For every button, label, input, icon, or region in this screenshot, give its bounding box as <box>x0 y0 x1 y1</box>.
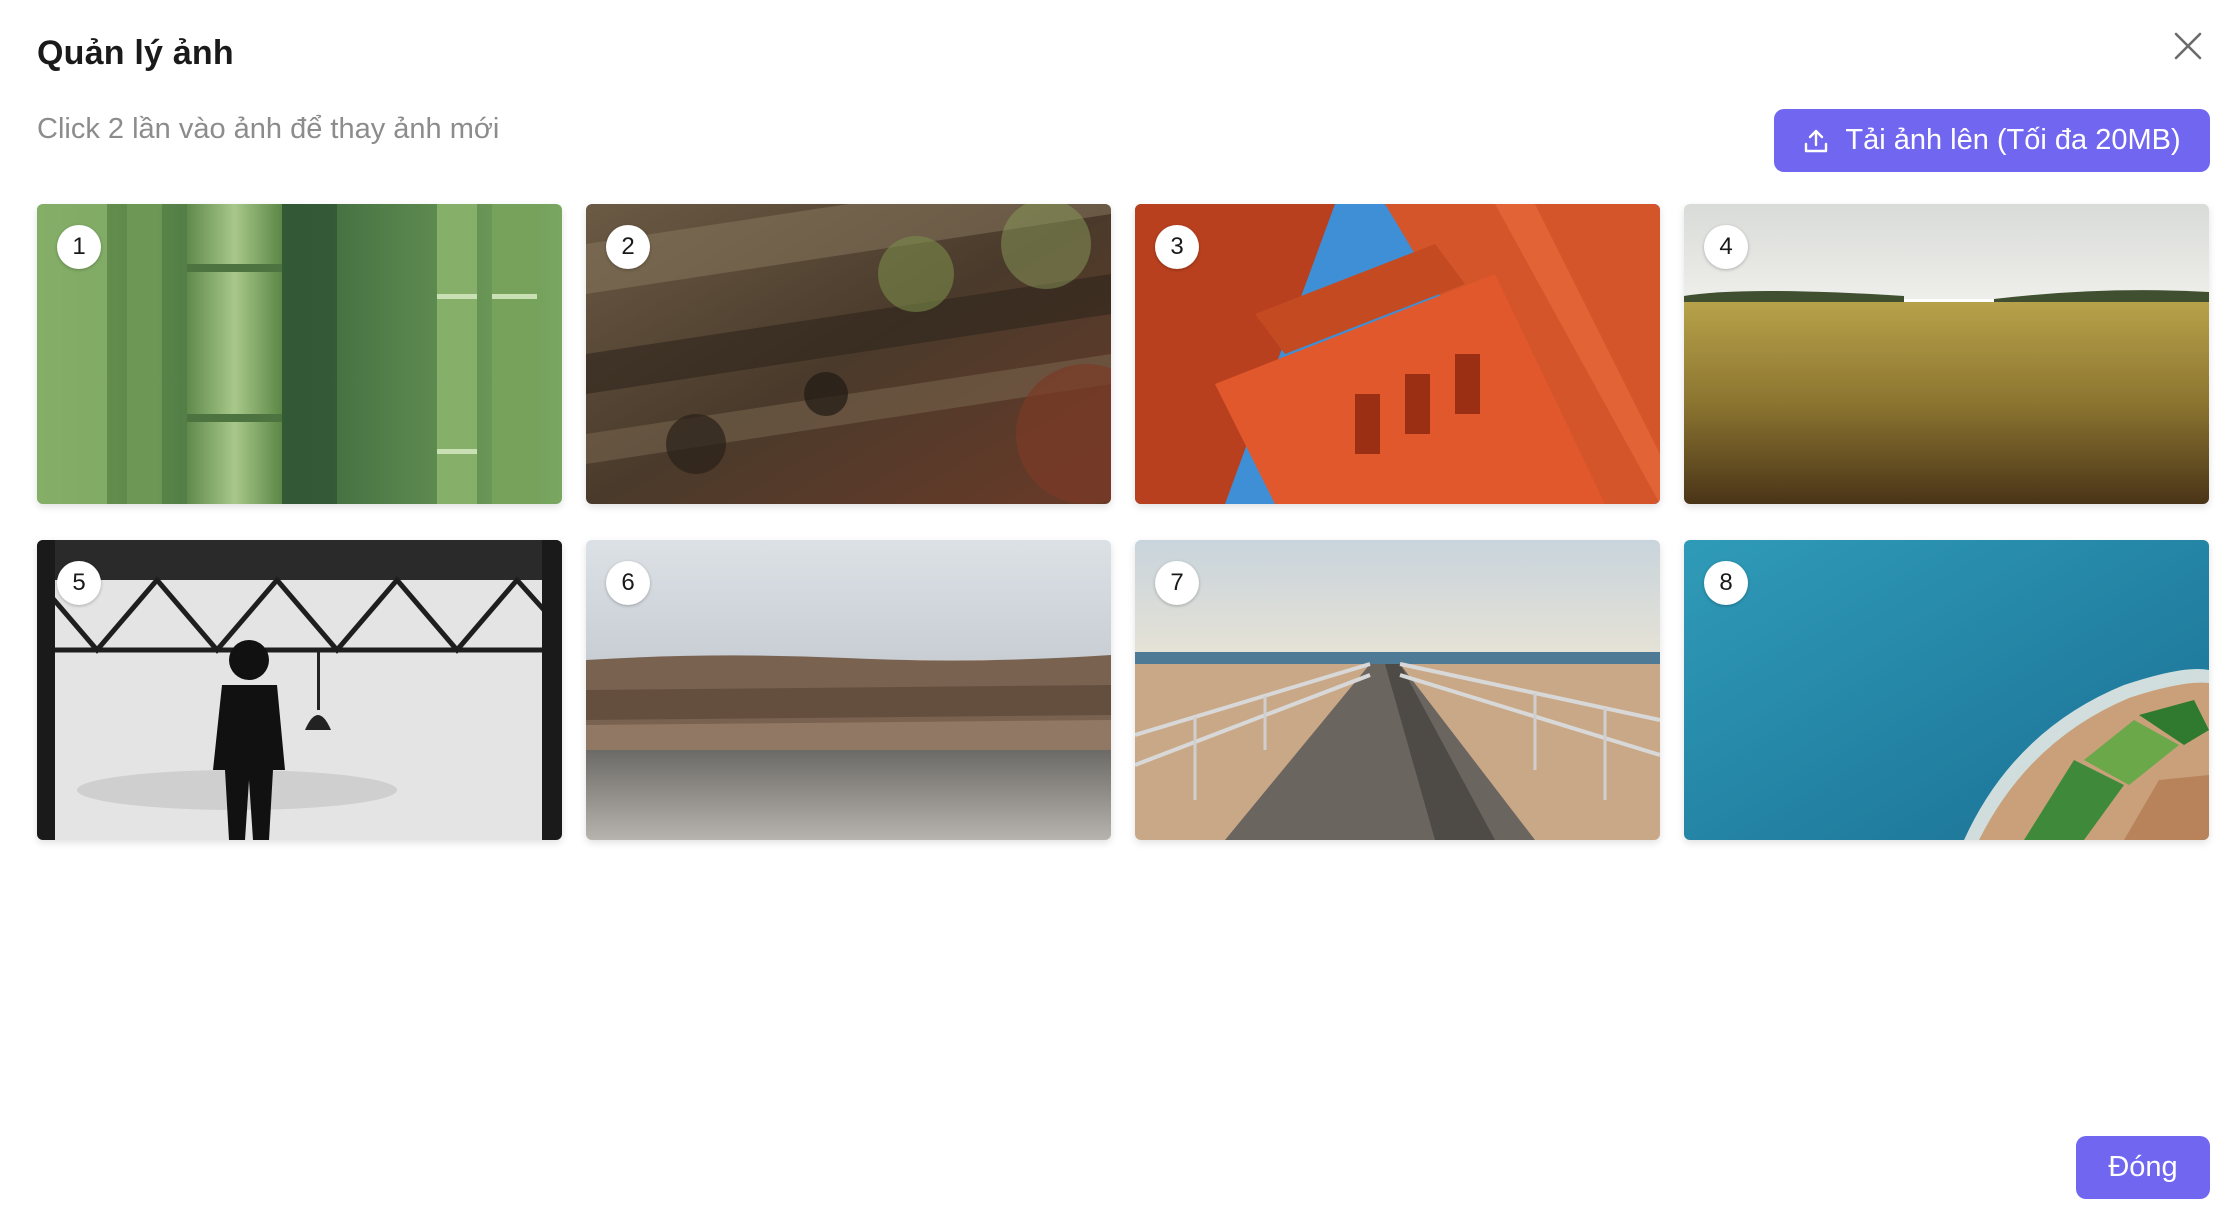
image-number-badge: 6 <box>606 561 650 605</box>
modal-title: Quản lý ảnh <box>37 34 234 72</box>
upload-icon <box>1805 129 1828 152</box>
image-number-badge: 8 <box>1704 561 1748 605</box>
image-boardwalk-pier <box>1135 540 1660 840</box>
image-wheat-field <box>1684 204 2209 504</box>
image-tile-8[interactable]: 8 <box>1684 540 2209 840</box>
image-tile-2[interactable]: 2 <box>586 204 1111 504</box>
image-number-badge: 2 <box>606 225 650 269</box>
image-number-badge: 1 <box>57 225 101 269</box>
image-tile-6[interactable]: 6 <box>586 540 1111 840</box>
image-tile-7[interactable]: 7 <box>1135 540 1660 840</box>
image-number-badge: 4 <box>1704 225 1748 269</box>
image-silhouette-hangar <box>37 540 562 840</box>
image-tile-1[interactable]: 1 <box>37 204 562 504</box>
image-number-badge: 5 <box>57 561 101 605</box>
image-red-bridge-tower <box>1135 204 1660 504</box>
image-aerial-coastline <box>1684 540 2209 840</box>
image-rock-breakwater <box>586 540 1111 840</box>
image-number-badge: 7 <box>1155 561 1199 605</box>
image-tile-5[interactable]: 5 <box>37 540 562 840</box>
close-button[interactable] <box>2168 26 2208 66</box>
image-manager-modal: Quản lý ảnh Click 2 lần vào ảnh để thay … <box>0 0 2234 1228</box>
instruction-text: Click 2 lần vào ảnh để thay ảnh mới <box>37 113 500 145</box>
upload-button[interactable]: Tải ảnh lên (Tối đa 20MB) <box>1774 109 2210 172</box>
close-icon <box>2174 32 2202 60</box>
image-tree-bark <box>586 204 1111 504</box>
close-dialog-button[interactable]: Đóng <box>2076 1136 2210 1199</box>
upload-button-label: Tải ảnh lên (Tối đa 20MB) <box>1845 124 2181 156</box>
image-number-badge: 3 <box>1155 225 1199 269</box>
image-tile-4[interactable]: 4 <box>1684 204 2209 504</box>
image-tile-3[interactable]: 3 <box>1135 204 1660 504</box>
image-bamboo <box>37 204 562 504</box>
image-grid: 1 2 3 4 5 6 7 8 <box>37 204 2210 840</box>
